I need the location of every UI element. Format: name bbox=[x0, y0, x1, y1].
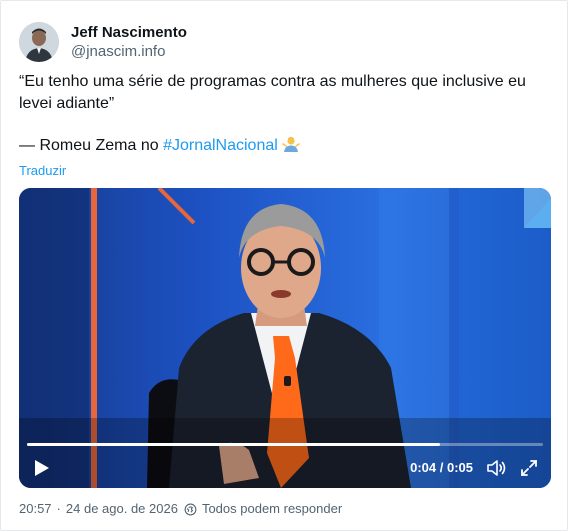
tweet-time[interactable]: 20:57 bbox=[19, 501, 52, 517]
translate-link[interactable]: Traduzir bbox=[19, 163, 66, 179]
avatar[interactable] bbox=[19, 22, 59, 62]
fullscreen-icon[interactable] bbox=[519, 458, 539, 478]
author-handle[interactable]: @jnascim.info bbox=[71, 42, 187, 61]
video-progress-track[interactable] bbox=[27, 443, 543, 446]
reply-setting-label[interactable]: Todos podem responder bbox=[202, 501, 342, 517]
tweet-footer: 20:57 · 24 de ago. de 2026 Todos podem r… bbox=[19, 501, 342, 517]
hashtag-link[interactable]: #JornalNacional bbox=[163, 137, 278, 154]
footer-separator: · bbox=[56, 501, 61, 516]
volume-icon[interactable] bbox=[485, 457, 507, 479]
tweet-text: “Eu tenho uma série de programas contra … bbox=[19, 71, 559, 157]
video-progress-fill bbox=[27, 443, 440, 446]
video-controls: 0:04 / 0:05 bbox=[19, 448, 551, 488]
tweet-date[interactable]: 24 de ago. de 2026 bbox=[66, 501, 178, 517]
author-display-name[interactable]: Jeff Nascimento bbox=[71, 23, 187, 42]
person-shrugging-emoji-icon bbox=[282, 135, 301, 153]
tweet-quote: “Eu tenho uma série de programas contra … bbox=[19, 73, 526, 112]
tweet-attribution: — Romeu Zema no #JornalNacional bbox=[19, 135, 559, 157]
video-time-display: 0:04 / 0:05 bbox=[410, 460, 473, 475]
attribution-text: — Romeu Zema no bbox=[19, 137, 164, 154]
tweet-header: Jeff Nascimento @jnascim.info bbox=[19, 21, 187, 63]
author-names: Jeff Nascimento @jnascim.info bbox=[71, 23, 187, 61]
tweet-card: Jeff Nascimento @jnascim.info “Eu tenho … bbox=[0, 0, 568, 531]
reply-setting-icon bbox=[184, 503, 197, 516]
play-icon[interactable] bbox=[31, 458, 51, 478]
video-player[interactable]: 0:04 / 0:05 bbox=[19, 188, 551, 488]
